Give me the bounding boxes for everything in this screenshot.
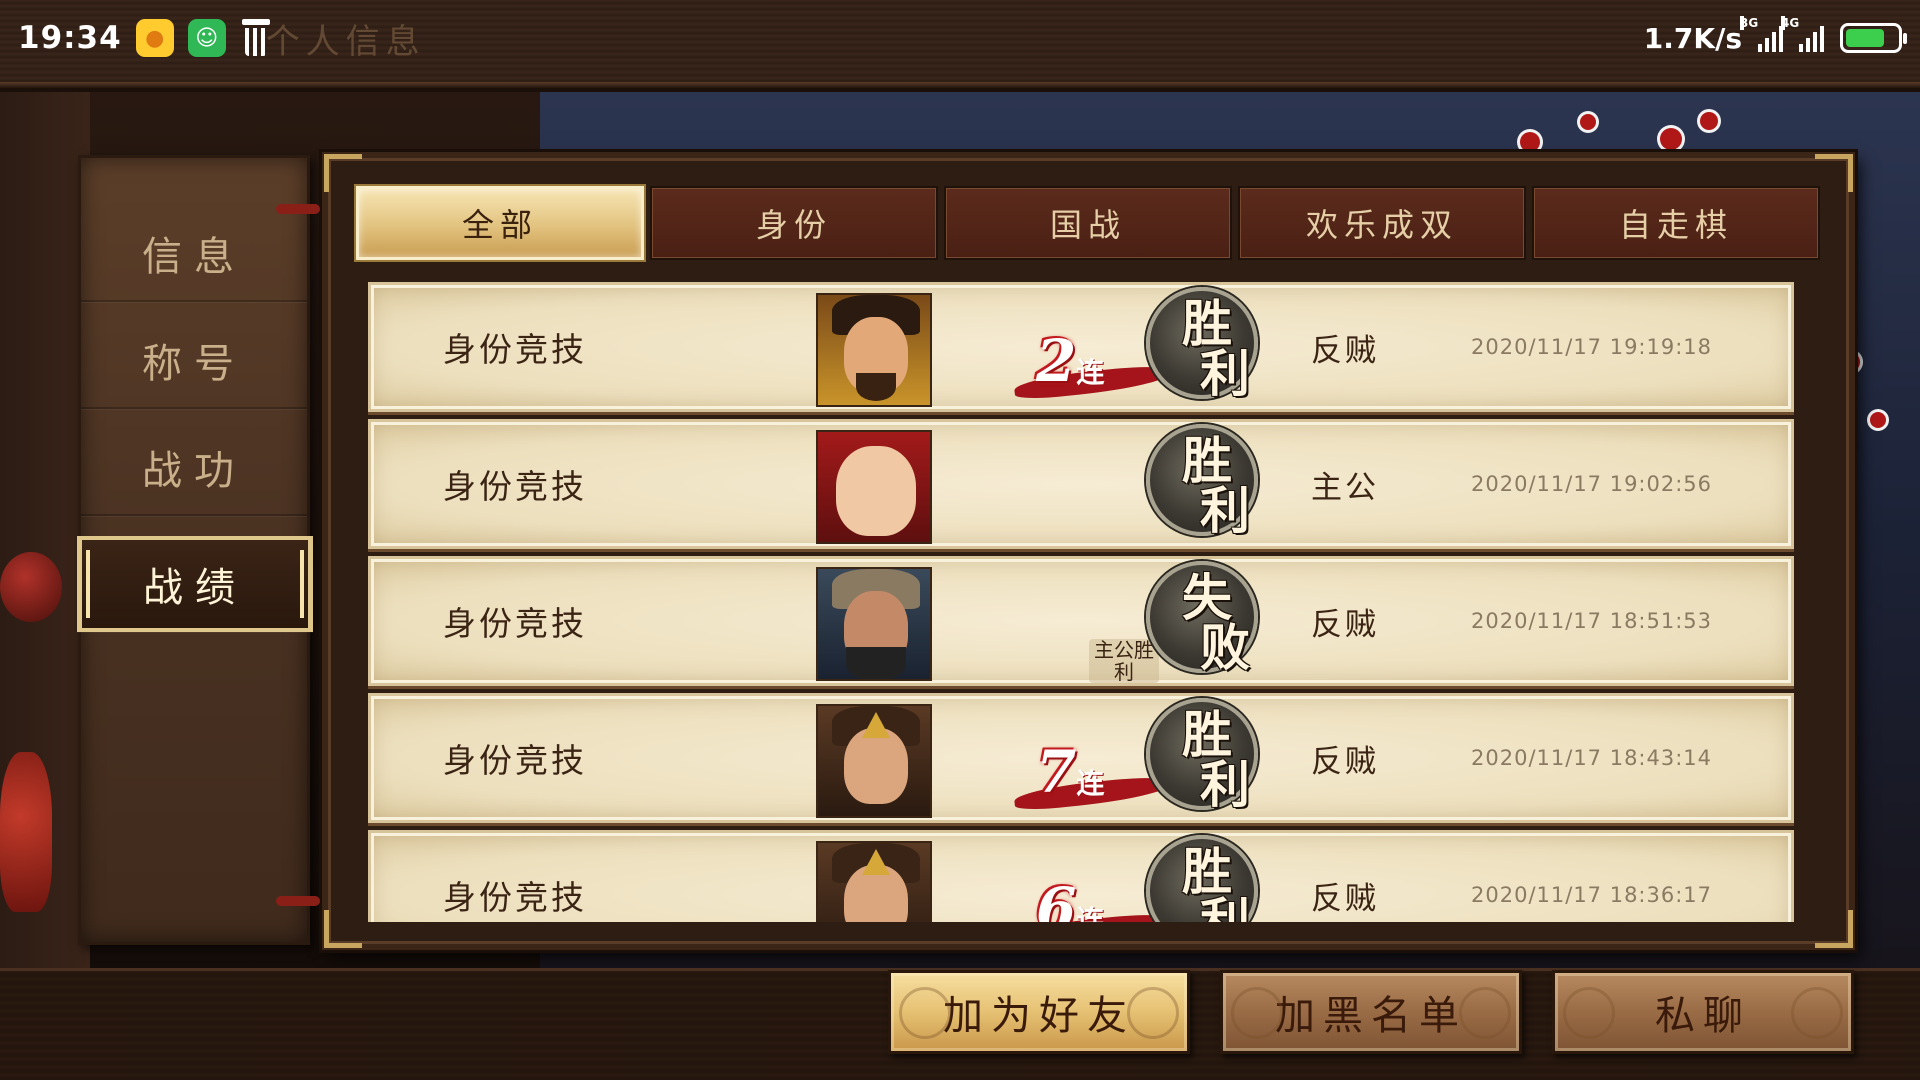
blacklist-button[interactable]: 加黑名单 (1220, 970, 1522, 1054)
vase-decor (0, 752, 52, 912)
add-friend-label: 加为好友 (943, 993, 1135, 1039)
side-tab-info[interactable]: 信息 (81, 206, 307, 302)
record-mode: 身份竞技 (443, 878, 587, 917)
cat-app-icon: ☺ (187, 19, 226, 57)
result-text: 胜利 (1182, 431, 1250, 540)
result-note: 主公胜利 (1089, 639, 1159, 683)
cloud-swirl-icon (1563, 987, 1615, 1039)
blossom (1870, 412, 1886, 428)
signal-tag: 4G (1781, 16, 1800, 30)
tab-happy-pair[interactable]: 欢乐成双 (1238, 186, 1526, 260)
win-streak: 7 连 (1013, 738, 1175, 813)
network-speed: 1.7K/s (1643, 21, 1742, 55)
record-role: 主公 (1311, 469, 1379, 506)
streak-count: 7 (1036, 738, 1077, 806)
side-tab-merit[interactable]: 战功 (81, 420, 307, 516)
result-text: 胜利 (1182, 705, 1250, 814)
side-tab-record[interactable]: 战绩 (77, 536, 313, 632)
hero-portrait (816, 704, 932, 818)
streak-count: 6 (1036, 875, 1077, 922)
status-bar: 19:34 ● ☺ 个人信息 1.7K/s 3G 4G (0, 0, 1920, 76)
record-mode: 身份竞技 (443, 741, 587, 780)
frame-corner (324, 910, 362, 948)
battery-level (1846, 29, 1884, 47)
scroll-rod (276, 896, 320, 906)
scroll-rod (276, 204, 320, 214)
side-tab-title[interactable]: 称号 (81, 313, 307, 409)
record-role: 反贼 (1311, 743, 1379, 780)
status-time: 19:34 (18, 20, 122, 56)
blossom (1580, 114, 1596, 130)
streak-label: 连 (1076, 904, 1105, 923)
cloud-swirl-icon (1459, 987, 1511, 1039)
blossom (1660, 128, 1682, 150)
hero-portrait (816, 430, 932, 544)
side-tab-panel: 信息 称号 战功 战绩 (77, 155, 313, 945)
record-time: 2020/11/17 18:51:53 (1471, 609, 1713, 633)
record-time: 2020/11/17 18:43:14 (1471, 746, 1713, 770)
cloud-swirl-icon (1791, 987, 1843, 1039)
gamepad-icon: ● (135, 19, 174, 57)
tab-identity[interactable]: 身份 (650, 186, 938, 260)
record-role: 反贼 (1311, 880, 1379, 917)
bowl-decor (0, 552, 62, 622)
hero-portrait (816, 841, 932, 922)
frame-corner (1815, 910, 1853, 948)
record-mode: 身份竞技 (443, 467, 587, 506)
record-row[interactable]: 身份竞技 7 连 胜利 反贼 2020/11/17 18:43:14 (368, 693, 1794, 823)
blacklist-label: 加黑名单 (1275, 993, 1467, 1039)
record-row[interactable]: 身份竞技 2 连 胜利 反贼 2020/11/17 19:19:18 (368, 282, 1794, 412)
signal-tag: 3G (1740, 16, 1759, 30)
tab-all[interactable]: 全部 (356, 186, 644, 260)
record-time: 2020/11/17 19:19:18 (1471, 335, 1713, 359)
record-time: 2020/11/17 19:02:56 (1471, 472, 1713, 496)
record-mode: 身份竞技 (443, 330, 587, 369)
add-friend-button[interactable]: 加为好友 (888, 970, 1190, 1054)
page-title: 个人信息 (265, 21, 426, 62)
cloud-swirl-icon (1127, 987, 1179, 1039)
frame-corner (1815, 154, 1853, 192)
blossom (1700, 112, 1718, 130)
tab-auto-chess[interactable]: 自走棋 (1532, 186, 1820, 260)
record-role: 反贼 (1311, 606, 1379, 643)
hero-portrait (816, 567, 932, 681)
record-role: 反贼 (1311, 332, 1379, 369)
streak-label: 连 (1076, 767, 1105, 800)
signal-icon: 3G (1740, 16, 1783, 52)
signal-icon: 4G (1781, 16, 1824, 52)
cloud-swirl-icon (1231, 987, 1283, 1039)
win-streak: 2 连 (1013, 327, 1175, 402)
win-streak: 6 连 (1013, 875, 1175, 923)
streak-label: 连 (1076, 356, 1105, 389)
private-chat-label: 私聊 (1655, 993, 1751, 1039)
result-text: 失败 (1182, 568, 1250, 677)
record-mode: 身份竞技 (443, 604, 587, 643)
record-list: 身份竞技 2 连 胜利 反贼 2020/11/17 19:19:18 身份竞技 … (368, 282, 1794, 922)
shelf-decor (0, 92, 90, 972)
record-panel: 全部 身份 国战 欢乐成双 自走棋 身份竞技 2 连 胜利 反贼 2020/11… (276, 152, 1855, 950)
streak-count: 2 (1036, 327, 1077, 395)
record-time: 2020/11/17 18:36:17 (1471, 883, 1713, 907)
record-row[interactable]: 身份竞技 主公胜利 失败 反贼 2020/11/17 18:51:53 (368, 556, 1794, 686)
result-text: 胜利 (1182, 842, 1250, 923)
record-row[interactable]: 身份竞技 6 连 胜利 反贼 2020/11/17 18:36:17 (368, 830, 1794, 922)
hero-portrait (816, 293, 932, 407)
result-text: 胜利 (1182, 294, 1250, 403)
battery-icon (1840, 23, 1907, 53)
filter-tabs: 全部 身份 国战 欢乐成双 自走棋 (356, 186, 1820, 260)
cloud-swirl-icon (899, 987, 951, 1039)
tab-national-war[interactable]: 国战 (944, 186, 1232, 260)
private-chat-button[interactable]: 私聊 (1552, 970, 1854, 1054)
record-row[interactable]: 身份竞技 胜利 主公 2020/11/17 19:02:56 (368, 419, 1794, 549)
blossom (1520, 132, 1540, 152)
